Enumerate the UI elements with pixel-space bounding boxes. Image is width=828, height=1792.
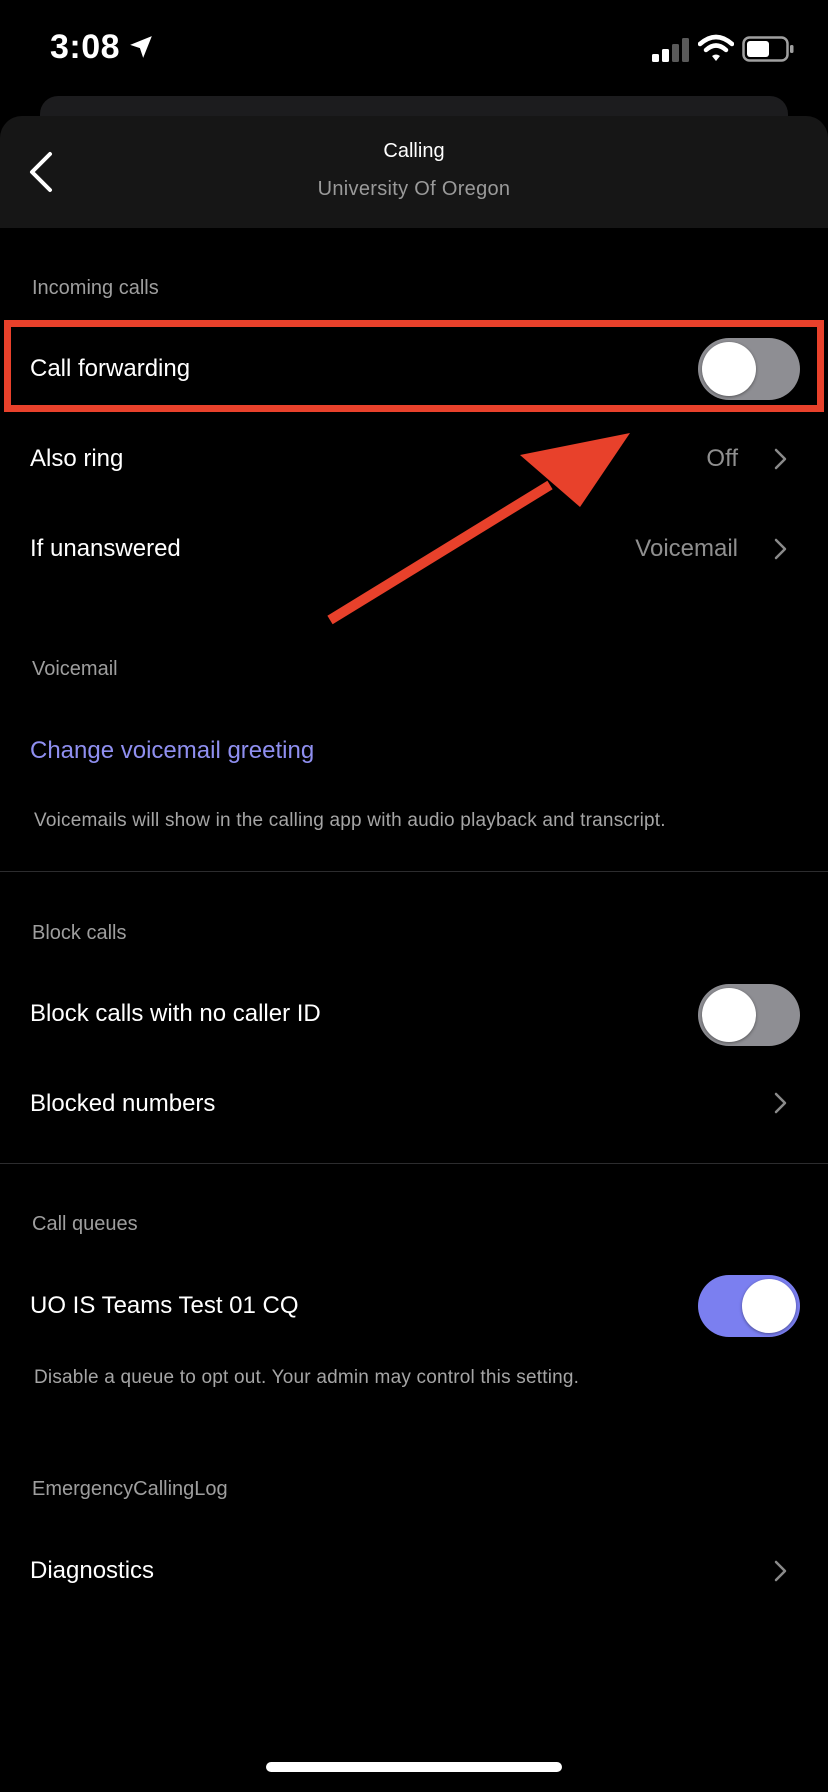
diagnostics-label[interactable]: Diagnostics (30, 1557, 154, 1585)
chevron-right-icon (774, 1092, 787, 1114)
divider (0, 871, 828, 872)
section-incoming-calls: Incoming calls (32, 277, 159, 299)
block-no-caller-id-toggle[interactable] (698, 984, 800, 1046)
annotation-arrow-icon (327, 433, 630, 625)
status-time: 3:08 (50, 28, 121, 66)
battery-icon (742, 36, 794, 62)
block-no-caller-id-label: Block calls with no caller ID (30, 1000, 321, 1027)
location-arrow-icon (130, 36, 152, 58)
page-title: Calling (383, 140, 445, 162)
voicemail-note: Voicemails will show in the calling app … (34, 810, 666, 831)
nav-header: Calling University Of Oregon (0, 116, 828, 228)
toggle-knob (742, 1279, 796, 1333)
annotation-highlight-box (4, 320, 824, 412)
queue-toggle[interactable] (698, 1275, 800, 1337)
status-bar: 3:08 (0, 0, 828, 100)
chevron-right-icon (774, 1560, 787, 1582)
chevron-right-icon (774, 538, 787, 560)
divider (0, 1163, 828, 1164)
toggle-knob (702, 988, 756, 1042)
chevron-right-icon (774, 448, 787, 470)
section-emergency-calling-log: EmergencyCallingLog (32, 1478, 228, 1500)
blocked-numbers-label[interactable]: Blocked numbers (30, 1090, 215, 1118)
page-subtitle: University Of Oregon (317, 178, 511, 200)
if-unanswered-label[interactable]: If unanswered (30, 535, 181, 563)
home-indicator (266, 1762, 562, 1772)
queue-note: Disable a queue to opt out. Your admin m… (34, 1367, 580, 1388)
section-voicemail: Voicemail (32, 658, 118, 680)
section-call-queues: Call queues (32, 1213, 138, 1235)
wifi-icon (698, 34, 734, 61)
change-voicemail-greeting-link[interactable]: Change voicemail greeting (30, 737, 314, 765)
cellular-signal-icon (652, 38, 689, 62)
also-ring-value: Off (706, 445, 738, 472)
section-block-calls: Block calls (32, 922, 127, 944)
queue-label: UO IS Teams Test 01 CQ (30, 1292, 299, 1319)
also-ring-label[interactable]: Also ring (30, 445, 123, 473)
if-unanswered-value: Voicemail (635, 535, 738, 562)
